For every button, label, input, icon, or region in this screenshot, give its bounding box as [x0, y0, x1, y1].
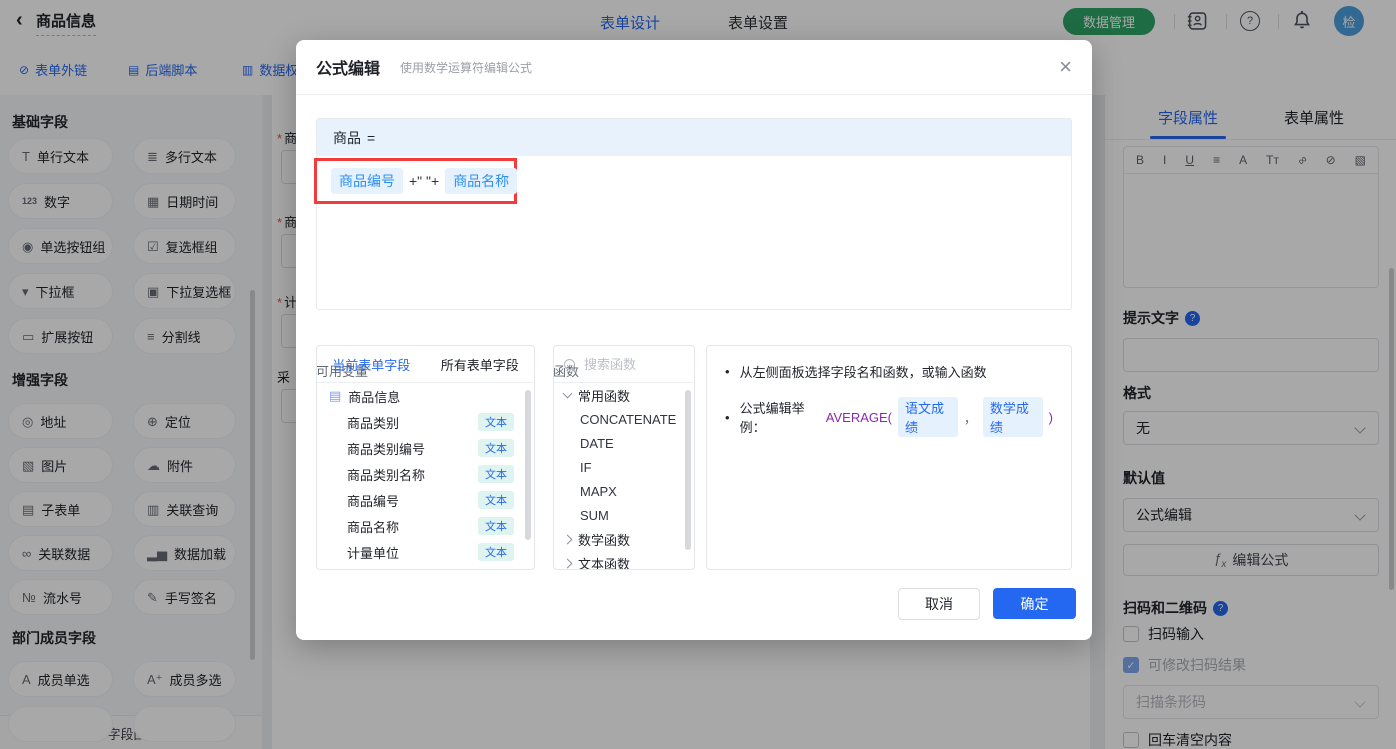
variable-name: 商品类别名称 [347, 467, 426, 483]
function-item[interactable]: IF [554, 455, 694, 479]
variables-tabs: 当前表单字段 所有表单字段 [317, 346, 534, 383]
variable-name: 商品编号 [347, 493, 400, 509]
function-group[interactable]: 文本函数 [554, 551, 694, 570]
variable-name: 商品类别 [347, 415, 400, 431]
variable-root-row[interactable]: ▤ 商品信息 [317, 383, 534, 409]
function-group-label: 文本函数 [578, 556, 631, 570]
function-group-label: 常用函数 [578, 388, 631, 404]
formula-edit-modal: 公式编辑 使用数学运算符编辑公式 × 商品 = 商品编号 +" "+ 商品名称 可用变… [296, 40, 1092, 640]
type-badge: 文本 [478, 465, 514, 483]
variable-name: 商品名称 [347, 519, 400, 535]
variable-row[interactable]: 计量单位 文本 [317, 539, 534, 565]
function-group[interactable]: 数学函数 [554, 527, 694, 551]
bullet-icon: • [725, 409, 730, 425]
field-chip: 数学成绩 [982, 397, 1043, 437]
type-badge: 文本 [478, 517, 514, 535]
function-item[interactable]: DATE [554, 431, 694, 455]
function-item[interactable]: CONCATENATE [554, 407, 694, 431]
variable-row[interactable]: 商品编号 文本 [317, 487, 534, 513]
function-name: AVERAGE( [825, 409, 892, 425]
formula-tips: • 从左侧面板选择字段名和函数，或输入函数 • 公式编辑举例： AVERAGE(… [706, 345, 1072, 570]
variable-row[interactable]: 商品名称 文本 [317, 513, 534, 539]
modal-subtitle: 使用数学运算符编辑公式 [400, 60, 533, 75]
bullet-icon: • [725, 364, 730, 379]
variable-name: 商品类别编号 [347, 441, 426, 457]
chevron-right-icon [562, 558, 573, 568]
variables-scrollbar[interactable] [525, 390, 531, 540]
document-icon: ▤ [329, 388, 342, 403]
formula-operator: +" "+ [409, 173, 440, 189]
close-icon[interactable]: × [1059, 56, 1072, 78]
function-item[interactable]: MAPX [554, 479, 694, 503]
app-screen: ‹ 商品信息 表单设计 表单设置 数据管理 ? 检 ⊘ 表单外链 ▤ 后端脚本 … [0, 0, 1396, 749]
type-badge: 文本 [478, 439, 514, 457]
variable-row[interactable]: 商品类别名称 文本 [317, 461, 534, 487]
tip-line: • 公式编辑举例： AVERAGE( 语文成绩 ， 数学成绩 ) [725, 397, 1053, 437]
functions-scrollbar[interactable] [685, 390, 691, 550]
confirm-button[interactable]: 确定 [993, 588, 1076, 619]
variable-root-label: 商品信息 [348, 389, 401, 405]
modal-header: 公式编辑 使用数学运算符编辑公式 × [296, 40, 1092, 95]
tip-line: • 从左侧面板选择字段名和函数，或输入函数 [725, 364, 987, 380]
tab-all-form-fields[interactable]: 所有表单字段 [441, 355, 519, 374]
chevron-right-icon [562, 534, 573, 544]
cancel-button[interactable]: 取消 [898, 588, 980, 620]
annotation-box: 商品编号 +" "+ 商品名称 [314, 158, 518, 204]
variable-name: 计量单位 [347, 545, 400, 561]
formula-field-chip[interactable]: 商品名称 [445, 168, 518, 194]
type-badge: 文本 [478, 491, 514, 509]
search-icon [564, 358, 575, 370]
variable-row[interactable]: 商品类别编号 文本 [317, 435, 534, 461]
variables-panel: 当前表单字段 所有表单字段 ▤ 商品信息 商品类别 文本 商品类别编号 文本 商品类别名称文… [316, 345, 535, 570]
formula-editor[interactable]: 商品 = 商品编号 +" "+ 商品名称 [314, 118, 1072, 310]
modal-title: 公式编辑 [316, 61, 381, 78]
function-item[interactable]: SUM [554, 503, 694, 527]
type-badge: 文本 [478, 543, 514, 561]
field-chip: 语文成绩 [897, 397, 958, 437]
chevron-down-icon [562, 388, 573, 399]
function-search-input[interactable] [582, 355, 676, 373]
variable-row[interactable]: 商品类别 文本 [317, 409, 534, 435]
formula-field-chip[interactable]: 商品编号 [331, 168, 403, 194]
type-badge: 文本 [478, 413, 514, 431]
function-group-label: 数学函数 [578, 532, 631, 548]
tab-current-form-fields[interactable]: 当前表单字段 [332, 355, 410, 374]
functions-panel: 常用函数 CONCATENATEDATEIFMAPXSUM 数学函数文本函数 [553, 345, 695, 570]
function-group[interactable]: 常用函数 [554, 383, 694, 407]
function-search [554, 346, 694, 383]
formula-target-bar: 商品 = [317, 119, 1071, 156]
